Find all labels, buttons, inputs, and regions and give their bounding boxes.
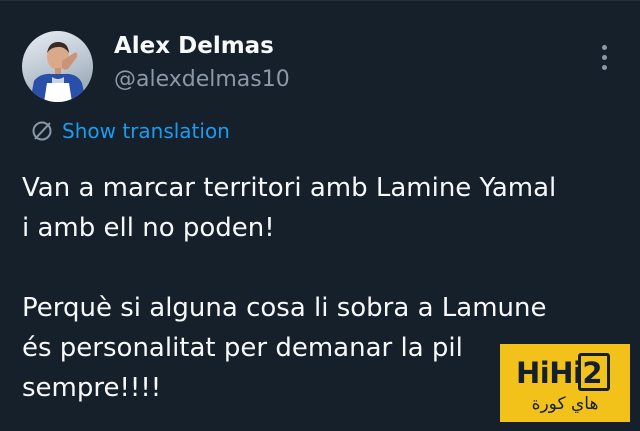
avatar-photo-icon [30,42,86,102]
watermark-logo: HiHi2 هاي كورة [500,344,630,422]
user-handle[interactable]: @alexdelmas10 [114,67,290,92]
more-vertical-icon [602,45,607,50]
tweet-line: i amb ell no poden! [22,213,275,243]
watermark-subtitle: هاي كورة [531,394,599,414]
more-vertical-icon-dot [602,55,607,60]
globe-icon [32,121,52,141]
more-options-button[interactable] [590,42,620,74]
top-divider [0,0,640,1]
tweet-line: Van a marcar territori amb Lamine Yamal [22,173,557,203]
avatar[interactable] [22,31,93,102]
watermark-brand: HiHi2 [516,356,603,390]
show-translation-label: Show translation [62,119,230,143]
tweet-paragraph-gap [22,248,632,288]
display-name[interactable]: Alex Delmas [114,33,274,59]
more-vertical-icon-dot [602,65,607,70]
show-translation-link[interactable]: Show translation [30,116,230,146]
tweet-view: Alex Delmas @alexdelmas10 Show translati… [0,0,640,431]
tweet-line: Perquè si alguna cosa li sobra a Lamune [22,293,547,323]
